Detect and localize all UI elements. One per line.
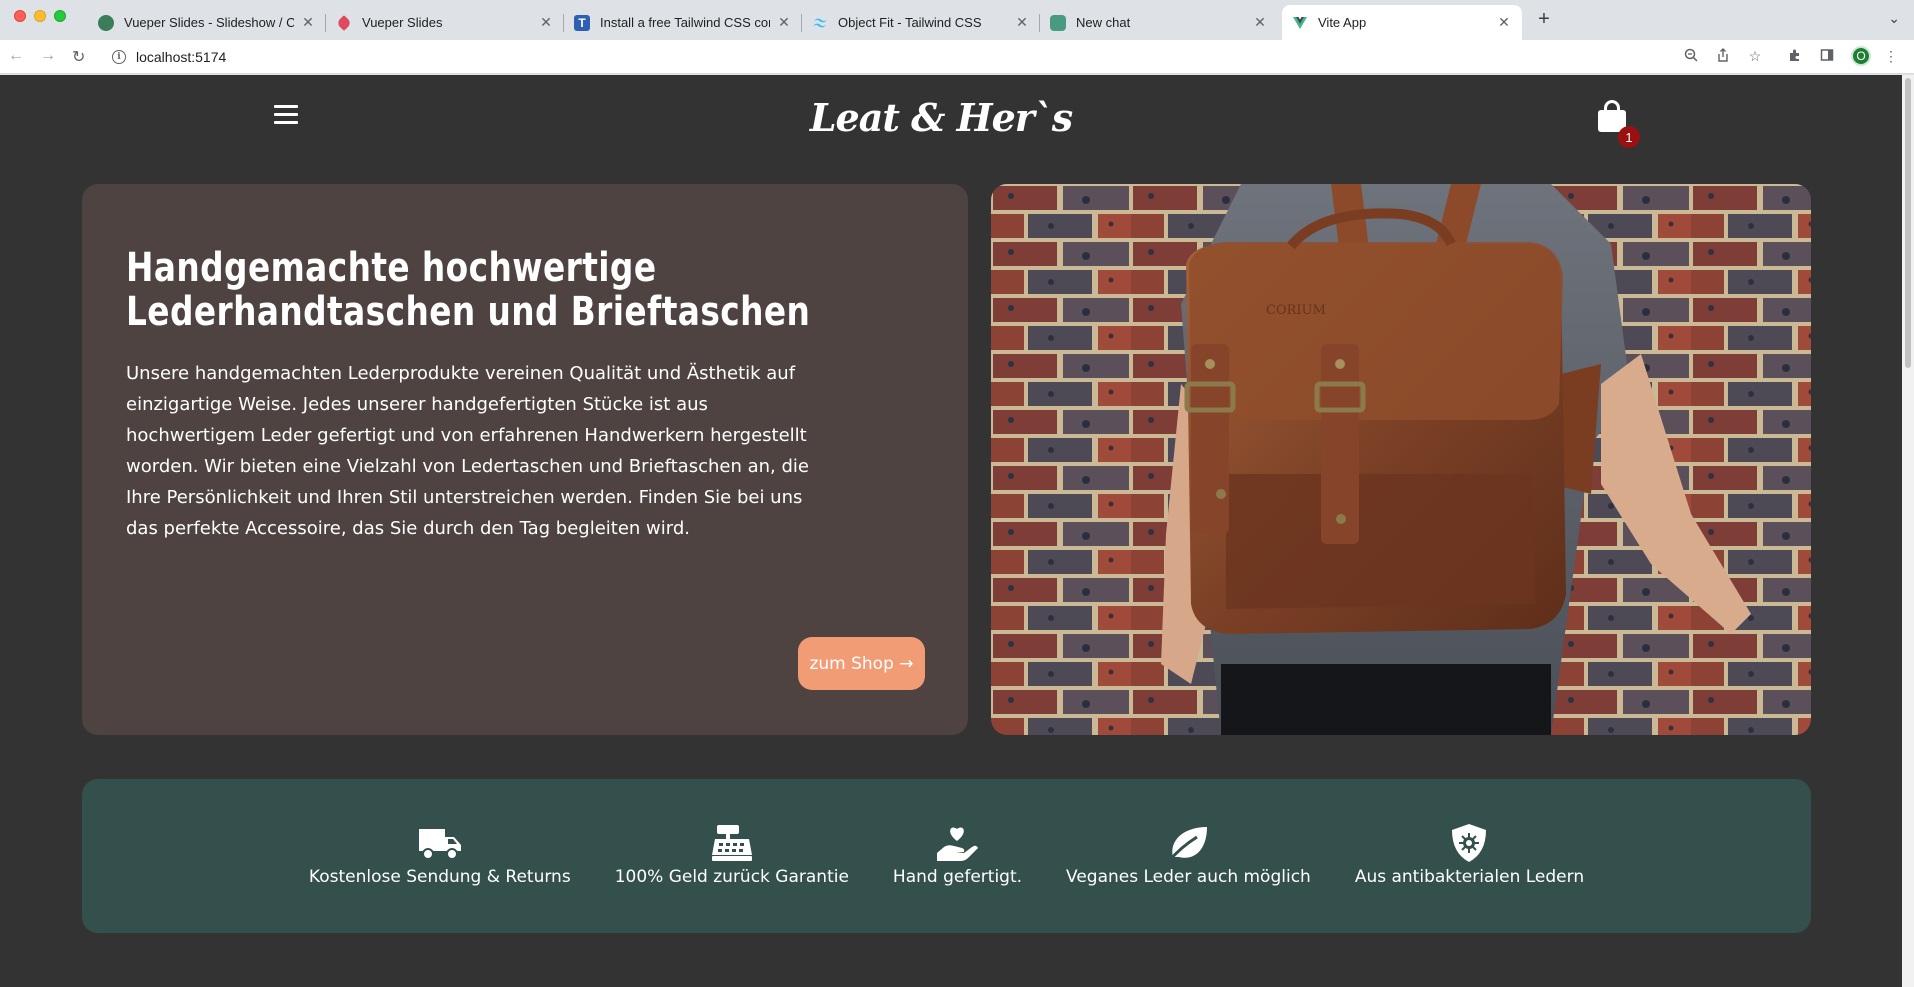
hero-image-backpack: CORIUM — [991, 184, 1811, 735]
browser-tab[interactable]: Vueper Slides ✕ — [326, 5, 564, 40]
window-minimize-button[interactable] — [34, 10, 46, 22]
feature-label: Hand gefertigt. — [892, 867, 1023, 887]
tab-close-icon[interactable]: ✕ — [1252, 14, 1268, 31]
svg-text:CORIUM: CORIUM — [1266, 303, 1326, 318]
vue-icon — [1292, 15, 1308, 31]
hero-title: Handgemachte hochwertige Lederhandtasche… — [126, 245, 811, 335]
tailwind-elements-icon: T — [574, 14, 590, 31]
feature-item: Aus antibakterialen Ledern — [1355, 823, 1584, 887]
browser-tab[interactable]: New chat ✕ — [1040, 5, 1278, 40]
scrollbar-thumb[interactable] — [1905, 78, 1911, 368]
bookmark-star-icon[interactable]: ☆ — [1746, 48, 1764, 65]
tab-close-icon[interactable]: ✕ — [1496, 14, 1512, 31]
reload-icon[interactable]: ↻ — [72, 47, 85, 67]
feature-label: Veganes Leder auch möglich — [1066, 867, 1311, 887]
tab-search-chevron-icon[interactable]: ⌄ — [1888, 10, 1900, 27]
feature-label: Kostenlose Sendung & Returns — [308, 867, 571, 887]
forward-arrow-icon[interactable]: → — [40, 47, 56, 65]
globe-icon — [98, 14, 114, 31]
browser-tab-active[interactable]: Vite App ✕ — [1282, 5, 1522, 40]
browser-tab[interactable]: Object Fit - Tailwind CSS ✕ — [802, 5, 1040, 40]
hero-card: Handgemachte hochwertige Lederhandtasche… — [82, 184, 968, 735]
profile-avatar[interactable]: O — [1851, 46, 1871, 66]
feature-label: Aus antibakterialen Ledern — [1354, 867, 1585, 887]
extensions-icon[interactable] — [1786, 48, 1804, 65]
feature-label: 100% Geld zurück Garantie — [614, 867, 849, 887]
zoom-icon[interactable] — [1682, 48, 1700, 65]
chatgpt-icon — [1050, 14, 1066, 31]
feature-item: 100% Geld zurück Garantie — [615, 823, 849, 887]
vueper-icon — [336, 14, 352, 31]
side-panel-icon[interactable] — [1818, 48, 1836, 65]
window-zoom-button[interactable] — [54, 10, 66, 22]
cart-count-badge: 1 — [1618, 126, 1640, 148]
tailwind-icon — [812, 15, 828, 31]
tab-close-icon[interactable]: ✕ — [1014, 14, 1030, 31]
shield-virus-icon — [1452, 824, 1487, 862]
shopping-bag-icon[interactable]: 1 — [1596, 100, 1640, 148]
browser-tab[interactable]: Vueper Slides - Slideshow / Ca ✕ — [88, 5, 326, 40]
window-close-button[interactable] — [14, 10, 26, 22]
hand-holding-heart-icon — [937, 827, 979, 861]
tab-close-icon[interactable]: ✕ — [300, 14, 316, 31]
features-strip: Kostenlose Sendung & Returns 100% Geld z… — [82, 779, 1811, 933]
page-viewport: Leat & Her`s 1 Handgemachte hochwertige … — [0, 75, 1902, 987]
back-arrow-icon[interactable]: ← — [8, 47, 24, 65]
page-scrollbar[interactable] — [1902, 75, 1914, 987]
url-text: localhost:5174 — [136, 49, 227, 65]
browser-tab-bar: Vueper Slides - Slideshow / Ca ✕ Vueper … — [0, 0, 1914, 40]
browser-tab[interactable]: T Install a free Tailwind CSS com ✕ — [564, 5, 802, 40]
feature-item: Hand gefertigt. — [893, 823, 1022, 887]
address-bar[interactable]: i localhost:5174 — [102, 44, 1702, 70]
truck-icon — [418, 829, 461, 860]
tab-close-icon[interactable]: ✕ — [776, 14, 792, 31]
share-icon[interactable] — [1714, 48, 1732, 65]
feature-item: Kostenlose Sendung & Returns — [309, 823, 571, 887]
hero-description: Unsere handgemachten Lederprodukte verei… — [126, 363, 809, 539]
tab-close-icon[interactable]: ✕ — [538, 14, 554, 31]
cash-register-icon — [711, 825, 752, 861]
shop-button[interactable]: zum Shop → — [798, 637, 925, 690]
info-icon[interactable]: i — [112, 50, 126, 64]
leaf-icon — [1168, 827, 1208, 862]
feature-item: Veganes Leder auch möglich — [1066, 823, 1311, 887]
new-tab-button[interactable]: + — [1532, 8, 1556, 31]
browser-toolbar: ← → ↻ i localhost:5174 ☆ ⋮ — [0, 40, 1914, 74]
kebab-menu-icon[interactable]: ⋮ — [1882, 48, 1900, 65]
